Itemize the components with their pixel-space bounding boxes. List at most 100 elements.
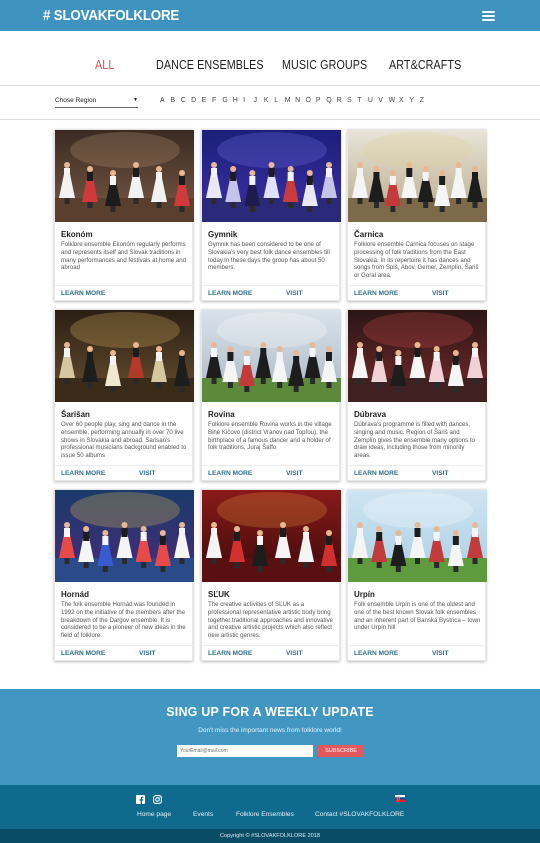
site-logo[interactable]: # SLOVAKFOLKLORE [43,8,179,24]
facebook-icon[interactable] [136,795,145,804]
letter-filter-p[interactable]: P [316,97,326,104]
ensemble-photo[interactable] [55,490,194,582]
letter-filter-d[interactable]: D [191,97,201,104]
ensemble-description: Folklore ensemble Ekonóm regularly perfo… [61,241,186,272]
letter-filter-v[interactable]: V [378,97,388,104]
card-divider [348,285,487,286]
letter-filter-h[interactable]: H [233,97,243,104]
letter-filter-s[interactable]: S [347,97,357,104]
learn-more-link[interactable]: LEARN MORE [61,290,105,297]
card-divider [55,465,194,466]
ensemble-card: SĽUK The creative activities of SĽUK as a… [201,489,341,661]
letter-filter-c[interactable]: C [181,97,191,104]
instagram-icon[interactable] [153,795,162,804]
ensemble-photo[interactable] [55,130,194,222]
visit-link[interactable]: VISIT [139,650,156,657]
ensemble-card: Gymnik Gymnik has been considered to be o… [201,129,341,301]
ensemble-title: Urpín [354,590,375,599]
ensemble-photo[interactable] [55,310,194,402]
learn-more-link[interactable]: LEARN MORE [354,650,398,657]
footer-link-ensembles[interactable]: Folklore Ensembles [236,811,294,818]
ensemble-title: Gymnik [208,230,238,239]
ensemble-photo[interactable] [348,130,487,222]
visit-link[interactable]: VISIT [432,470,449,477]
ensemble-photo[interactable] [202,490,341,582]
tab-dance-ensembles[interactable]: DANCE ENSEMBLES [156,58,264,72]
ensemble-description: Folklore ensemble Rovina works in the vi… [208,421,332,452]
letter-filter-m[interactable]: M [285,97,295,104]
ensemble-description: The folk ensemble Hornád was founded in … [61,601,186,640]
letter-filter-x[interactable]: X [399,97,409,104]
letter-filter-e[interactable]: E [202,97,212,104]
footer: Home page Events Folklore Ensembles Cont… [0,785,540,829]
visit-link[interactable]: VISIT [139,470,156,477]
learn-more-link[interactable]: LEARN MORE [61,650,105,657]
letter-filter-i[interactable]: I [243,97,253,104]
learn-more-link[interactable]: LEARN MORE [208,290,252,297]
letter-filter-k[interactable]: K [264,97,274,104]
alphabet-filter: ABCDEFGHIJKLMNOPQRSTUVWXYZ [160,97,430,104]
newsletter-heading: SING UP FOR A WEEKLY UPDATE [166,705,374,719]
tab-all[interactable]: ALL [95,58,114,72]
ensemble-photo[interactable] [348,310,487,402]
learn-more-link[interactable]: LEARN MORE [354,290,398,297]
letter-filter-q[interactable]: Q [326,97,336,104]
ensemble-card: Čarnica Folklore ensemble Čarnica focuses… [347,129,487,301]
ensemble-card: Šarišan Over 60 people play, sing and dan… [54,309,194,481]
learn-more-link[interactable]: LEARN MORE [208,650,252,657]
learn-more-link[interactable]: LEARN MORE [354,470,398,477]
letter-filter-w[interactable]: W [389,97,399,104]
region-select[interactable]: Chose Region ▼ [55,97,138,108]
top-navbar: # SLOVAKFOLKLORE [0,0,540,31]
ensemble-photo[interactable] [202,130,341,222]
ensemble-title: Hornád [61,590,89,599]
ensemble-photo[interactable] [348,490,487,582]
visit-link[interactable]: VISIT [432,650,449,657]
subscribe-button[interactable]: SUBSCRIBE [318,745,364,757]
ensemble-title: Rovina [208,410,235,419]
ensemble-description: Over 60 people play, sing and dance in t… [61,421,187,460]
letter-filter-g[interactable]: G [222,97,232,104]
letter-filter-o[interactable]: O [305,97,315,104]
ensemble-description: Gymnik has been considered to be one of … [208,241,330,272]
letter-filter-l[interactable]: L [274,97,284,104]
ensemble-card: Rovina Folklore ensemble Rovina works in … [201,309,341,481]
visit-link[interactable]: VISIT [286,290,303,297]
tab-music-groups[interactable]: MUSIC GROUPS [282,58,367,72]
card-divider [202,645,341,646]
hamburger-menu-icon[interactable] [482,10,495,21]
slovak-flag-icon[interactable] [395,795,405,802]
ensemble-photo[interactable] [202,310,341,402]
footer-link-events[interactable]: Events [193,811,213,818]
learn-more-link[interactable]: LEARN MORE [61,470,105,477]
card-divider [55,285,194,286]
tab-art-crafts[interactable]: ART&CRAFTS [389,58,461,72]
letter-filter-n[interactable]: N [295,97,305,104]
dropdown-arrow-icon: ▼ [133,97,138,103]
learn-more-link[interactable]: LEARN MORE [208,470,252,477]
email-input[interactable] [177,745,313,757]
letter-filter-b[interactable]: B [170,97,180,104]
ensemble-title: Šarišan [61,410,90,419]
letter-filter-f[interactable]: F [212,97,222,104]
ensemble-card: Ekonóm Folklore ensemble Ekonóm regularly… [54,129,194,301]
letter-filter-u[interactable]: U [368,97,378,104]
letter-filter-r[interactable]: R [337,97,347,104]
visit-link[interactable]: VISIT [432,290,449,297]
letter-filter-t[interactable]: T [357,97,367,104]
ensemble-description: Folk ensemble Urpín is one of the oldest… [354,601,481,632]
footer-link-home[interactable]: Home page [137,811,171,818]
newsletter-section: SING UP FOR A WEEKLY UPDATE Don't miss t… [0,689,540,785]
filter-bar: Chose Region ▼ ABCDEFGHIJKLMNOPQRSTUVWXY… [0,97,540,111]
footer-link-contact[interactable]: Contact #SLOVAKFOLKLORE [315,811,404,818]
ensemble-title: SĽUK [208,590,230,599]
letter-filter-y[interactable]: Y [409,97,419,104]
letter-filter-z[interactable]: Z [420,97,430,104]
letter-filter-j[interactable]: J [254,97,264,104]
copyright: Copyright © #SLOVAKFOLKLORE 2018 [0,829,540,843]
visit-link[interactable]: VISIT [286,650,303,657]
letter-filter-a[interactable]: A [160,97,170,104]
visit-link[interactable]: VISIT [286,470,303,477]
card-divider [202,465,341,466]
ensemble-card: Hornád The folk ensemble Hornád was found… [54,489,194,661]
